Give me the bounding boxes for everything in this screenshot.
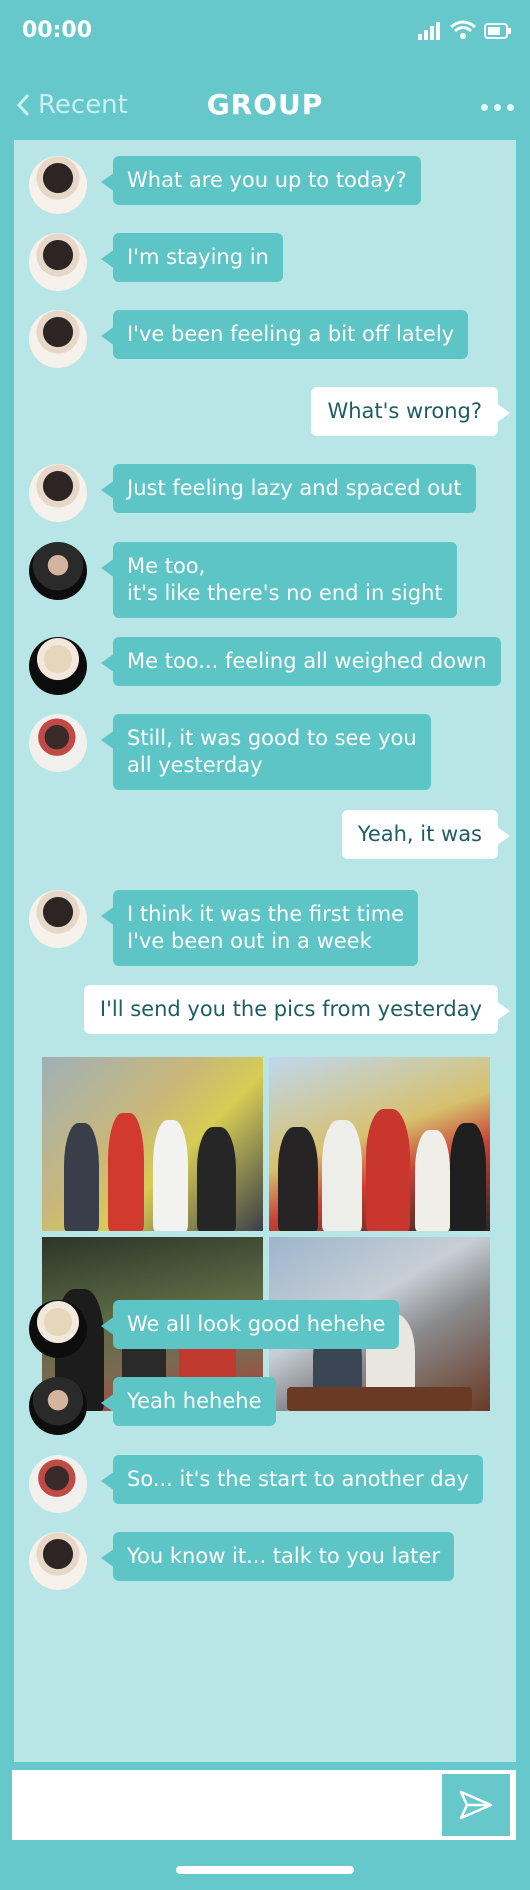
- send-icon: [459, 1790, 493, 1820]
- avatar: [29, 1532, 87, 1590]
- avatar: [29, 464, 87, 522]
- wifi-icon: [450, 20, 476, 39]
- incoming-message: I think it was the first time I've been …: [100, 890, 419, 966]
- incoming-message: So... it's the start to another day: [101, 1455, 483, 1504]
- incoming-message: We all look good hehehe: [100, 1300, 400, 1349]
- incoming-message: Me too, it's like there's no end in sigh…: [101, 542, 457, 618]
- avatar: [29, 1300, 87, 1358]
- incoming-message: Just feeling lazy and spaced out: [101, 464, 476, 513]
- outgoing-message: Yeah, it was: [341, 810, 511, 859]
- avatar: [29, 714, 87, 772]
- incoming-message: Yeah hehehe: [101, 1377, 276, 1426]
- status-bar: 00:00: [0, 0, 530, 64]
- avatar: [29, 890, 87, 948]
- group-photo[interactable]: [42, 1057, 263, 1231]
- message-input[interactable]: [12, 1770, 516, 1840]
- avatar: [29, 542, 87, 600]
- send-button[interactable]: [442, 1774, 510, 1836]
- avatar: [29, 156, 87, 214]
- group-photo[interactable]: [269, 1057, 490, 1231]
- outgoing-message: I'll send you the pics from yesterday: [83, 985, 511, 1034]
- chat-panel: What are you up to today? I'm staying in…: [14, 140, 516, 1762]
- avatar: [29, 233, 87, 291]
- signal-icon: [418, 22, 440, 40]
- avatar: [29, 310, 87, 368]
- incoming-message: I'm staying in: [101, 233, 283, 282]
- avatar: [29, 1455, 87, 1513]
- home-indicator[interactable]: [176, 1866, 354, 1874]
- page-title: GROUP: [206, 88, 324, 121]
- incoming-message: Still, it was good to see you all yester…: [101, 714, 431, 790]
- nav-header: Recent GROUP: [0, 80, 530, 130]
- incoming-message: I've been feeling a bit off lately: [100, 310, 469, 359]
- incoming-message: What are you up to today?: [101, 156, 421, 205]
- incoming-message: You know it... talk to you later: [100, 1532, 455, 1581]
- incoming-message: Me too... feeling all weighed down: [101, 637, 501, 686]
- avatar: [29, 1377, 87, 1435]
- avatar: [29, 637, 87, 695]
- status-icons: [418, 20, 512, 40]
- more-options-icon[interactable]: [481, 104, 514, 111]
- battery-icon: [484, 23, 511, 39]
- status-time: 00:00: [22, 18, 93, 43]
- photo-grid: [42, 1057, 490, 1411]
- outgoing-message: What's wrong?: [311, 387, 510, 436]
